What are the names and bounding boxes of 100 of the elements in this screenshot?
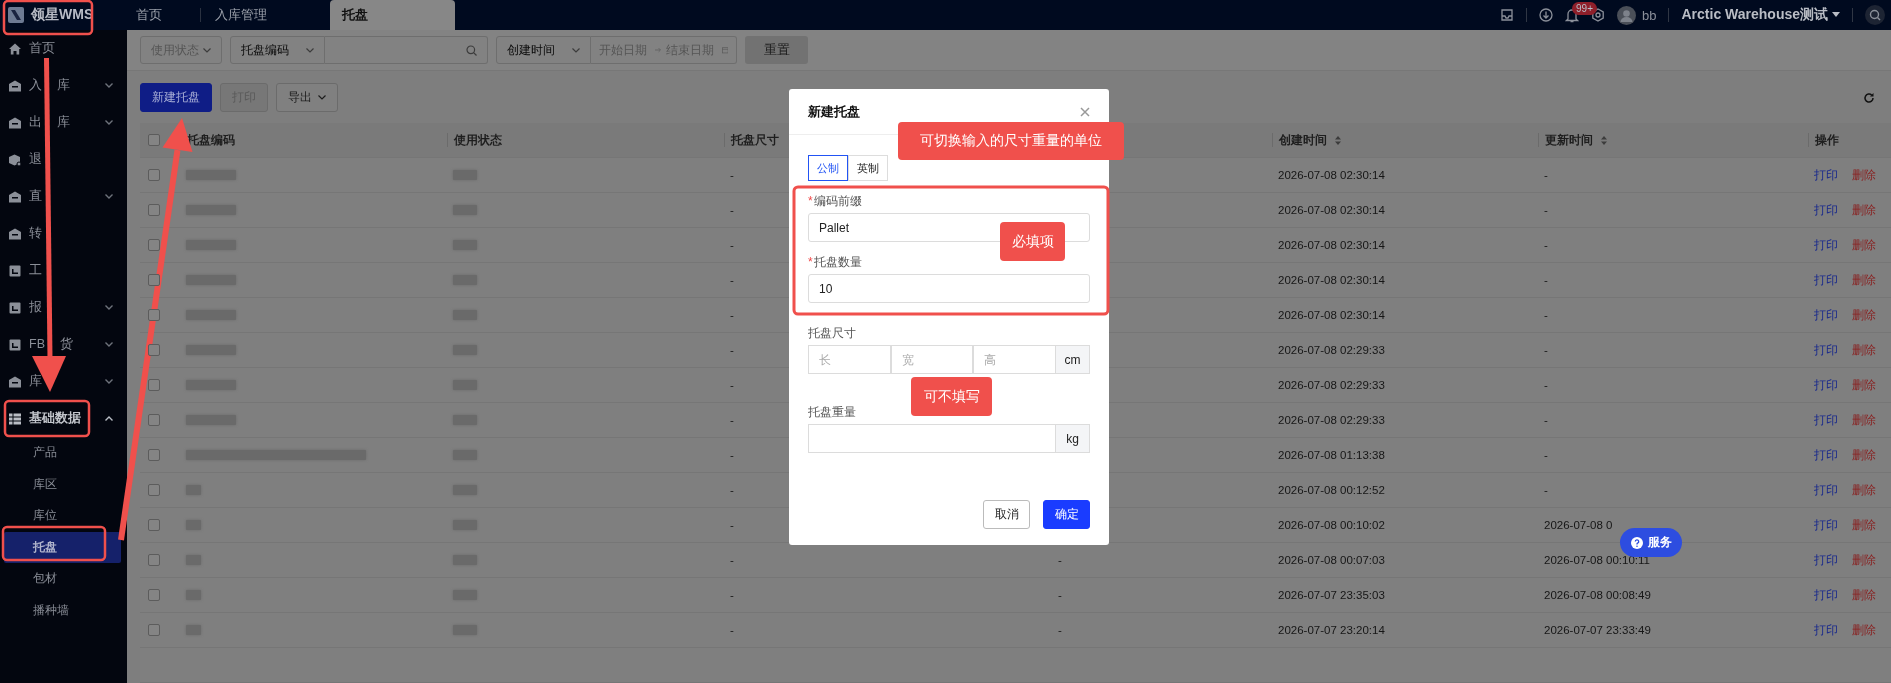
print-link[interactable]: 打印 <box>1814 272 1838 288</box>
unit-tab[interactable]: 公制 <box>808 155 848 181</box>
inbox-icon[interactable] <box>1500 8 1514 22</box>
print-link[interactable]: 打印 <box>1814 412 1838 428</box>
toolbar-button[interactable]: 新建托盘 <box>140 83 212 112</box>
sidebar-item[interactable]: 出 库 <box>0 104 127 141</box>
reset-button[interactable]: 重置 <box>745 36 808 64</box>
chevron-down-icon <box>203 47 211 53</box>
table-cell: - <box>730 239 734 251</box>
column-header: 托盘尺寸 <box>731 131 779 149</box>
sort-icon[interactable] <box>1601 135 1607 145</box>
table-cell: 2026-07-08 0 <box>1544 519 1613 531</box>
document-icon <box>9 338 21 351</box>
unit-addon: kg <box>1056 424 1090 453</box>
row-checkbox[interactable] <box>148 274 160 286</box>
print-link[interactable]: 打印 <box>1814 447 1838 463</box>
table-cell: 2026-07-07 23:33:49 <box>1544 624 1651 636</box>
caret-icon <box>1832 12 1840 18</box>
row-checkbox[interactable] <box>148 554 160 566</box>
unit-tab[interactable]: 英制 <box>848 155 888 181</box>
print-link[interactable]: 打印 <box>1814 237 1838 253</box>
table-cell: - <box>1544 309 1548 321</box>
row-checkbox[interactable] <box>148 379 160 391</box>
column-header: 创建时间 <box>1279 131 1327 149</box>
list-icon <box>9 412 21 425</box>
page-tab[interactable]: 首页 <box>127 0 200 30</box>
row-checkbox[interactable] <box>148 449 160 461</box>
select-all-checkbox[interactable] <box>148 134 160 146</box>
print-link[interactable]: 打印 <box>1814 552 1838 568</box>
sidebar-subitem[interactable]: 库位 <box>4 500 121 532</box>
print-link[interactable]: 打印 <box>1814 342 1838 358</box>
date-type-select[interactable]: 创建时间 <box>496 36 591 64</box>
sort-icon[interactable] <box>1335 135 1341 145</box>
text-field[interactable]: 10 <box>808 274 1090 303</box>
sidebar-subitem[interactable]: 产品 <box>4 437 121 469</box>
service-button[interactable]: 服务 <box>1620 528 1682 557</box>
row-checkbox[interactable] <box>148 589 160 601</box>
sidebar-item[interactable]: 退 <box>0 141 127 178</box>
sidebar-item[interactable]: 转 <box>0 215 127 252</box>
print-link[interactable]: 打印 <box>1814 482 1838 498</box>
row-checkbox[interactable] <box>148 414 160 426</box>
print-link[interactable]: 打印 <box>1814 307 1838 323</box>
column-header: 操作 <box>1815 131 1839 149</box>
row-checkbox[interactable] <box>148 624 160 636</box>
dimension-field[interactable]: 高 <box>973 345 1056 374</box>
refresh-icon[interactable] <box>1863 91 1875 104</box>
print-link[interactable]: 打印 <box>1814 622 1838 638</box>
sidebar-item[interactable]: 直 <box>0 178 127 215</box>
sidebar-subitem[interactable]: 库区 <box>4 468 121 500</box>
row-checkbox[interactable] <box>148 169 160 181</box>
row-checkbox[interactable] <box>148 344 160 356</box>
table-cell: - <box>1544 484 1548 496</box>
table-cell: - <box>1544 379 1548 391</box>
confirm-button[interactable]: 确定 <box>1043 500 1090 529</box>
warehouse-selector[interactable]: Arctic Warehouse测试 <box>1681 6 1828 24</box>
search-icon[interactable] <box>1865 5 1885 25</box>
sidebar-item[interactable]: 报 <box>0 289 127 326</box>
print-link[interactable]: 打印 <box>1814 587 1838 603</box>
required-mark: * <box>808 194 813 208</box>
warehouse-icon <box>9 190 21 203</box>
field-select[interactable]: 托盘编码 <box>230 36 325 64</box>
sidebar-subitem[interactable]: 包材 <box>4 563 121 595</box>
sidebar-subitem[interactable]: 播种墙 <box>4 594 121 626</box>
sidebar-item[interactable]: 首页 <box>0 30 127 67</box>
print-link[interactable]: 打印 <box>1814 517 1838 533</box>
sidebar-item[interactable]: 库 <box>0 363 127 400</box>
sidebar-subitem[interactable]: 托盘 <box>4 531 121 563</box>
sidebar-item[interactable]: 工 <box>0 252 127 289</box>
cancel-button[interactable]: 取消 <box>983 500 1030 529</box>
table-cell: - <box>730 414 734 426</box>
row-checkbox[interactable] <box>148 484 160 496</box>
table-cell: 2026-07-08 02:30:14 <box>1278 274 1385 286</box>
table-cell: - <box>1544 169 1548 181</box>
export-button[interactable]: 导出 <box>276 83 338 112</box>
sidebar-item[interactable]: 入 库 <box>0 67 127 104</box>
close-icon[interactable] <box>1080 106 1090 117</box>
settings-icon[interactable] <box>1591 8 1605 22</box>
weight-field[interactable] <box>808 424 1056 453</box>
row-checkbox[interactable] <box>148 239 160 251</box>
print-link[interactable]: 打印 <box>1814 377 1838 393</box>
dimension-field[interactable]: 宽 <box>890 345 974 374</box>
column-header: 更新时间 <box>1545 131 1593 149</box>
avatar-icon[interactable] <box>1617 5 1636 25</box>
table-cell: 2026-07-08 02:30:14 <box>1278 239 1385 251</box>
download-icon[interactable] <box>1539 8 1553 22</box>
warehouse-icon <box>9 116 21 129</box>
search-field[interactable] <box>325 36 488 64</box>
table-cell: 2026-07-08 02:29:33 <box>1278 344 1385 356</box>
row-checkbox[interactable] <box>148 519 160 531</box>
dimension-field[interactable]: 长 <box>808 345 891 374</box>
row-checkbox[interactable] <box>148 309 160 321</box>
sidebar-item[interactable]: 基础数据 <box>0 400 127 437</box>
print-link[interactable]: 打印 <box>1814 202 1838 218</box>
page-tab[interactable]: 托盘 <box>330 0 455 30</box>
print-link[interactable]: 打印 <box>1814 167 1838 183</box>
row-checkbox[interactable] <box>148 204 160 216</box>
table-cell: 2026-07-08 00:07:03 <box>1278 554 1385 566</box>
sidebar-item[interactable]: FB 货 <box>0 326 127 363</box>
table-cell: - <box>1544 204 1548 216</box>
user-name[interactable]: bb <box>1642 7 1657 23</box>
